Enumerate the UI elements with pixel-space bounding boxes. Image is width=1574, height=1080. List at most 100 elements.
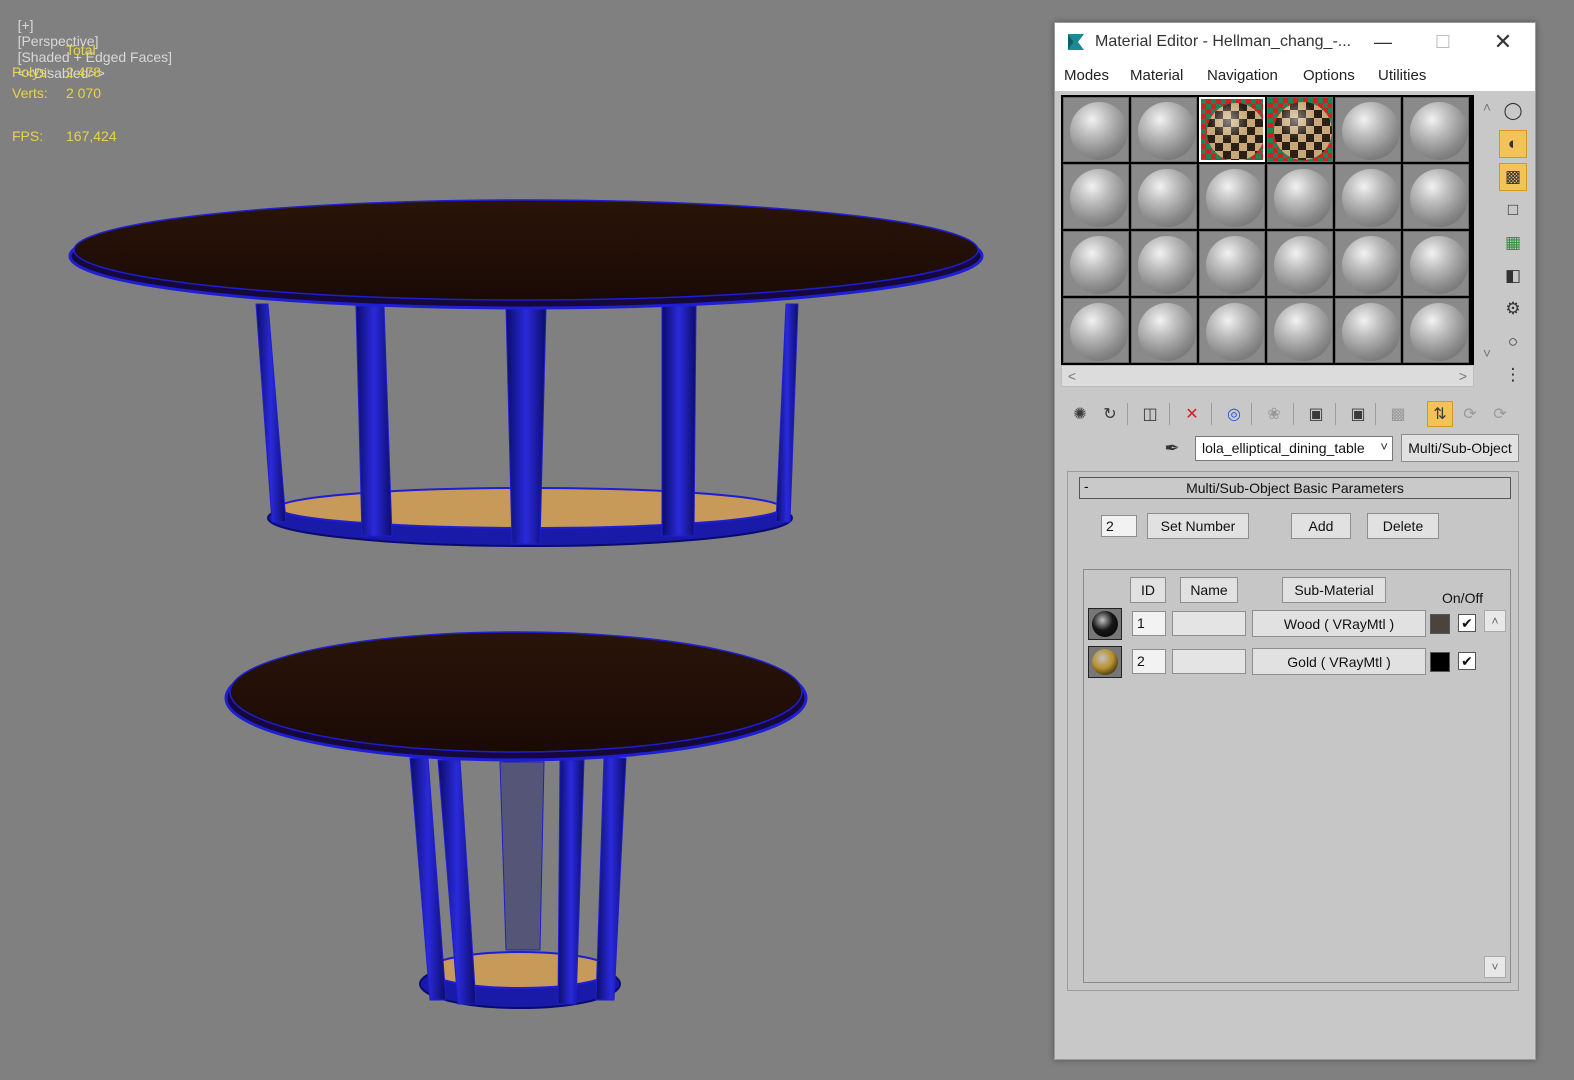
toolbar-divider bbox=[1335, 403, 1336, 425]
slots-scroll-up-button[interactable]: ˄ bbox=[1477, 97, 1497, 117]
go-forward-to-sibling-button[interactable]: ⟳ bbox=[1487, 401, 1513, 427]
material-editor-window[interactable]: Material Editor - Hellman_chang_-... — ☐… bbox=[1054, 22, 1536, 1060]
delete-button[interactable]: Delete bbox=[1367, 513, 1439, 539]
material-sample-slot[interactable] bbox=[1267, 97, 1333, 162]
material-sample-slot[interactable] bbox=[1063, 164, 1129, 229]
sub-material-1-button[interactable]: Wood ( VRayMtl ) bbox=[1252, 610, 1426, 637]
material-sample-slot[interactable] bbox=[1131, 298, 1197, 363]
table-1-model[interactable] bbox=[68, 199, 984, 547]
material-sample-slot[interactable] bbox=[1267, 298, 1333, 363]
material-type-button[interactable]: Multi/Sub-Object bbox=[1401, 434, 1519, 462]
put-material-to-scene-button[interactable]: ↻ bbox=[1097, 401, 1123, 427]
minimize-button[interactable]: — bbox=[1360, 23, 1406, 61]
get-material-icon: ✺ bbox=[1073, 406, 1087, 423]
material-sample-slot[interactable] bbox=[1199, 231, 1265, 296]
sub-material-1-color-swatch[interactable] bbox=[1430, 614, 1450, 634]
put-to-library-button[interactable]: ▣ bbox=[1303, 401, 1329, 427]
sub-material-2-button[interactable]: Gold ( VRayMtl ) bbox=[1252, 648, 1426, 675]
material-map-navigator-button[interactable]: ⋮ bbox=[1499, 361, 1527, 389]
menu-modes[interactable]: Modes bbox=[1064, 67, 1109, 84]
material-sample-slot[interactable] bbox=[1131, 231, 1197, 296]
sample-uv-tiling-button[interactable]: □ bbox=[1499, 196, 1527, 224]
video-color-check-button[interactable]: ▦ bbox=[1499, 229, 1527, 257]
column-submaterial-sort-button[interactable]: Sub-Material bbox=[1282, 577, 1386, 603]
material-sample-slot[interactable] bbox=[1267, 231, 1333, 296]
list-scroll-up-button[interactable]: ˄ bbox=[1484, 610, 1506, 632]
pick-material-from-object-button[interactable]: ✒ bbox=[1159, 435, 1185, 461]
material-sample-slot[interactable] bbox=[1403, 231, 1469, 296]
material-sample-slot[interactable] bbox=[1063, 97, 1129, 162]
set-number-input[interactable]: 2 bbox=[1101, 515, 1137, 537]
material-id-channel-button[interactable]: ▣ bbox=[1345, 401, 1371, 427]
material-sample-slot[interactable] bbox=[1335, 298, 1401, 363]
sub-material-1-preview[interactable] bbox=[1088, 608, 1122, 640]
add-button[interactable]: Add bbox=[1291, 513, 1351, 539]
toolbar-divider bbox=[1211, 403, 1212, 425]
make-unique-button[interactable]: ❀ bbox=[1261, 401, 1287, 427]
put-to-library-icon: ▣ bbox=[1308, 406, 1324, 423]
table-1-leg bbox=[255, 303, 287, 523]
material-sample-slot[interactable] bbox=[1267, 164, 1333, 229]
scroll-right-button[interactable]: ˃ bbox=[1453, 366, 1473, 386]
background-button[interactable]: ▩ bbox=[1499, 163, 1527, 191]
close-button[interactable]: ✕ bbox=[1480, 23, 1526, 61]
material-sample-slot[interactable] bbox=[1403, 164, 1469, 229]
assign-material-to-selection-button[interactable]: ◫ bbox=[1137, 401, 1163, 427]
go-to-parent-button[interactable]: ⟳ bbox=[1457, 401, 1483, 427]
toolbar-divider bbox=[1127, 403, 1128, 425]
make-preview-button[interactable]: ◧ bbox=[1499, 262, 1527, 290]
slots-horizontal-scrollbar[interactable]: ˂ ˃ bbox=[1061, 365, 1474, 387]
sample-type-button[interactable]: ◯ bbox=[1499, 97, 1527, 125]
material-sample-slot[interactable] bbox=[1063, 231, 1129, 296]
get-material-button[interactable]: ✺ bbox=[1067, 401, 1093, 427]
material-sample-slot[interactable] bbox=[1199, 97, 1265, 162]
title-bar[interactable]: Material Editor - Hellman_chang_-... — ☐… bbox=[1055, 23, 1535, 61]
sub-material-1-enabled-checkbox[interactable]: ✔ bbox=[1458, 614, 1476, 632]
menu-navigation[interactable]: Navigation bbox=[1207, 67, 1278, 84]
material-sample-slot[interactable] bbox=[1131, 97, 1197, 162]
material-sample-slot[interactable] bbox=[1335, 164, 1401, 229]
material-sample-slot[interactable] bbox=[1063, 298, 1129, 363]
rollout-header[interactable]: - Multi/Sub-Object Basic Parameters bbox=[1079, 477, 1511, 499]
scene-geometry[interactable] bbox=[0, 0, 1050, 1080]
list-scroll-down-button[interactable]: ˅ bbox=[1484, 956, 1506, 978]
material-sample-slot[interactable] bbox=[1335, 97, 1401, 162]
table-2-model[interactable] bbox=[224, 631, 808, 1009]
sub-material-2-enabled-checkbox[interactable]: ✔ bbox=[1458, 652, 1476, 670]
reset-map-button[interactable]: ✕ bbox=[1179, 401, 1205, 427]
sub-material-1-name[interactable] bbox=[1172, 611, 1246, 636]
material-sample-slot[interactable] bbox=[1199, 164, 1265, 229]
show-shaded-material-button[interactable]: ▩ bbox=[1385, 401, 1411, 427]
material-sample-slot[interactable] bbox=[1403, 298, 1469, 363]
menu-utilities[interactable]: Utilities bbox=[1378, 67, 1426, 84]
menu-material[interactable]: Material bbox=[1130, 67, 1183, 84]
select-by-material-icon: ○ bbox=[1507, 332, 1519, 351]
scroll-left-button[interactable]: ˂ bbox=[1062, 366, 1082, 386]
select-by-material-button[interactable]: ○ bbox=[1499, 328, 1527, 356]
make-material-copy-button[interactable]: ◎ bbox=[1221, 401, 1247, 427]
show-end-result-button[interactable]: ⇅ bbox=[1427, 401, 1453, 427]
collapse-toggle[interactable]: - bbox=[1084, 478, 1089, 494]
sample-sphere bbox=[1207, 103, 1263, 160]
column-id-sort-button[interactable]: ID bbox=[1130, 577, 1166, 603]
material-name-field[interactable]: lola_elliptical_dining_table ˅ bbox=[1195, 436, 1393, 461]
set-number-button[interactable]: Set Number bbox=[1147, 513, 1249, 539]
column-name-sort-button[interactable]: Name bbox=[1180, 577, 1238, 603]
sub-material-2-id[interactable]: 2 bbox=[1132, 649, 1166, 674]
material-sample-slot[interactable] bbox=[1199, 298, 1265, 363]
material-sample-slot[interactable] bbox=[1403, 97, 1469, 162]
sub-material-1-id[interactable]: 1 bbox=[1132, 611, 1166, 636]
sub-material-2-preview[interactable] bbox=[1088, 646, 1122, 678]
sub-material-2-name[interactable] bbox=[1172, 649, 1246, 674]
material-sample-slot[interactable] bbox=[1335, 231, 1401, 296]
minimize-icon: — bbox=[1374, 31, 1392, 52]
chevron-down-icon[interactable]: ˅ bbox=[1380, 439, 1388, 454]
backlight-button[interactable]: ◐ bbox=[1499, 130, 1527, 158]
options-button[interactable]: ⚙ bbox=[1499, 295, 1527, 323]
menu-options[interactable]: Options bbox=[1303, 67, 1355, 84]
chevron-up-icon: ˄ bbox=[1491, 614, 1499, 628]
maximize-button[interactable]: ☐ bbox=[1420, 23, 1466, 61]
slots-scroll-down-button[interactable]: ˅ bbox=[1477, 343, 1497, 363]
material-sample-slot[interactable] bbox=[1131, 164, 1197, 229]
sub-material-2-color-swatch[interactable] bbox=[1430, 652, 1450, 672]
